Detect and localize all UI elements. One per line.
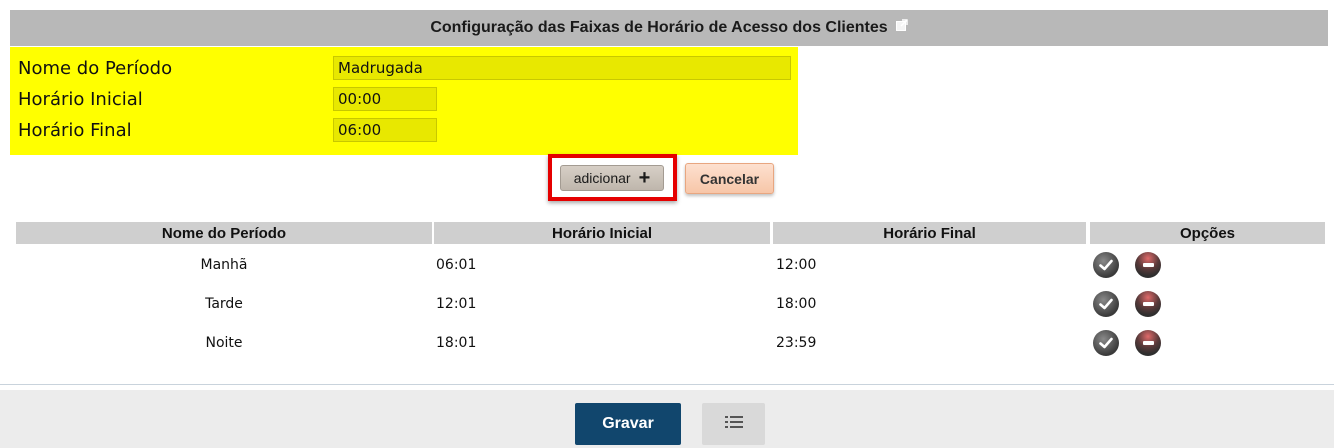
period-name-input[interactable] (333, 56, 791, 80)
row-end: 18:00 (776, 296, 817, 312)
column-header-start: Horário Inicial (434, 222, 770, 244)
row-start: 18:01 (436, 335, 477, 351)
end-time-input[interactable] (333, 118, 437, 142)
column-header-end: Horário Final (773, 222, 1086, 244)
remove-icon[interactable] (1135, 330, 1161, 356)
row-name: Noite (205, 335, 243, 351)
period-name-label: Nome do Período (18, 58, 173, 79)
check-icon[interactable] (1093, 330, 1119, 356)
plus-icon: + (638, 167, 651, 189)
row-end: 12:00 (776, 257, 817, 273)
footer-divider (0, 384, 1334, 385)
remove-icon[interactable] (1135, 291, 1161, 317)
add-button-highlight: adicionar + (548, 154, 677, 201)
add-button[interactable]: adicionar + (560, 165, 664, 191)
remove-icon[interactable] (1135, 252, 1161, 278)
save-button[interactable]: Gravar (575, 403, 681, 445)
period-form: Nome do Período Horário Inicial Horário … (10, 47, 798, 155)
page-title: Configuração das Faixas de Horário de Ac… (430, 19, 888, 36)
check-icon[interactable] (1093, 252, 1119, 278)
start-time-input[interactable] (333, 87, 437, 111)
column-header-options: Opções (1090, 222, 1325, 244)
list-icon (724, 415, 743, 434)
cancel-button[interactable]: Cancelar (685, 163, 774, 194)
row-name: Tarde (205, 296, 243, 312)
external-link-icon[interactable] (895, 18, 908, 31)
list-button[interactable] (702, 403, 765, 445)
page: Configuração das Faixas de Horário de Ac… (0, 0, 1334, 448)
end-time-label: Horário Final (18, 120, 132, 141)
row-name: Manhã (200, 257, 248, 273)
add-button-label: adicionar (573, 170, 631, 186)
page-header: Configuração das Faixas de Horário de Ac… (10, 10, 1328, 46)
check-icon[interactable] (1093, 291, 1119, 317)
row-start: 06:01 (436, 257, 477, 273)
column-header-name: Nome do Período (16, 222, 432, 244)
start-time-label: Horário Inicial (18, 89, 143, 110)
row-start: 12:01 (436, 296, 477, 312)
row-end: 23:59 (776, 335, 817, 351)
